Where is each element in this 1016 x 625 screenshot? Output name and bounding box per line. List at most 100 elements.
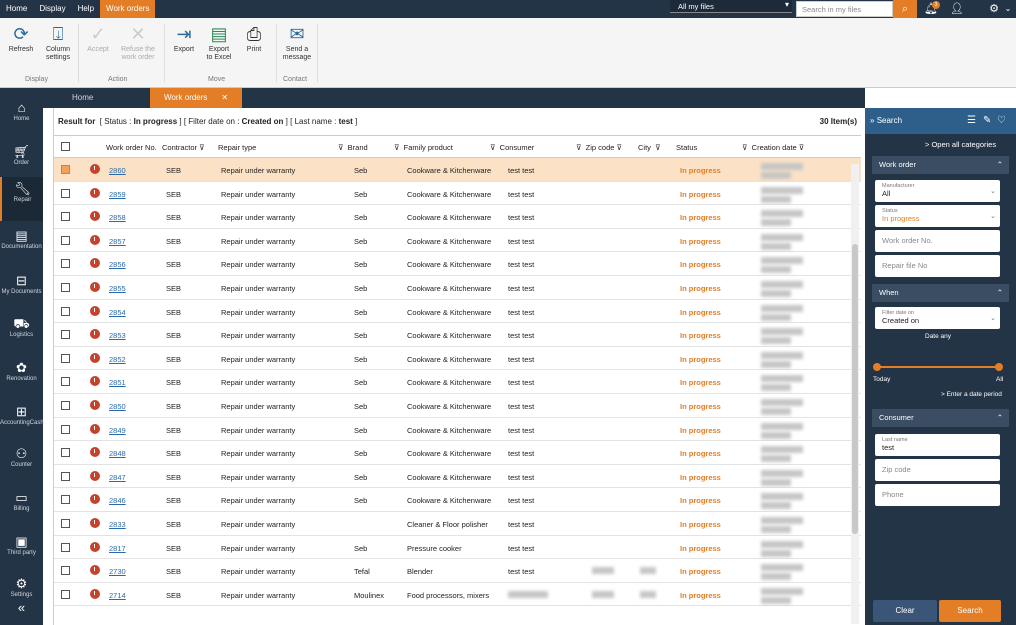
menu-help[interactable]: Help bbox=[72, 0, 100, 18]
col-zip-code[interactable]: ⊽ Zip code ⊽ bbox=[576, 143, 622, 152]
row-checkbox[interactable] bbox=[61, 566, 70, 576]
status-select[interactable]: Status In progress ⌄ bbox=[875, 205, 1000, 227]
table-row[interactable]: 2851 SEB Repair under warranty Seb Cookware … bbox=[54, 370, 861, 394]
work-order-no-input[interactable]: Work order No. bbox=[875, 230, 1000, 252]
refresh-button[interactable]: ⟳ Refresh bbox=[6, 22, 36, 54]
row-checkbox[interactable] bbox=[61, 400, 70, 410]
row-checkbox[interactable] bbox=[61, 495, 70, 505]
table-row[interactable]: 2833 SEB Repair under warranty Cleaner & Fl… bbox=[54, 512, 861, 536]
work-order-link[interactable]: 2854 bbox=[109, 308, 126, 317]
work-order-link[interactable]: 2859 bbox=[109, 190, 126, 199]
work-order-link[interactable]: 2855 bbox=[109, 284, 126, 293]
filter-icon[interactable]: ⊽ bbox=[394, 143, 400, 152]
work-order-link[interactable]: 2851 bbox=[109, 378, 126, 387]
column-settings-button[interactable]: ⍗ Column settings bbox=[42, 22, 74, 62]
row-checkbox[interactable] bbox=[61, 471, 70, 481]
filter-icon[interactable]: ⊽ bbox=[490, 143, 496, 152]
menu-home[interactable]: Home bbox=[0, 0, 33, 18]
zip-code-input[interactable]: Zip code bbox=[875, 459, 1000, 481]
search-submit-button[interactable]: Search bbox=[939, 600, 1001, 622]
table-row[interactable]: 2857 SEB Repair under warranty Seb Cookware … bbox=[54, 229, 861, 253]
table-row[interactable]: 2852 SEB Repair under warranty Seb Cookware … bbox=[54, 347, 861, 371]
work-order-link[interactable]: 2850 bbox=[109, 402, 126, 411]
row-checkbox[interactable] bbox=[61, 377, 70, 387]
select-all-checkbox[interactable] bbox=[61, 142, 70, 151]
row-checkbox[interactable] bbox=[61, 212, 70, 222]
expand-icon[interactable]: » bbox=[870, 116, 874, 125]
filter-icon[interactable]: ⊽ bbox=[742, 143, 748, 152]
table-row[interactable]: 2858 SEB Repair under warranty Seb Cookware … bbox=[54, 205, 861, 229]
menu-work-orders[interactable]: Work orders bbox=[100, 0, 156, 18]
print-button[interactable]: ⎙ Print bbox=[240, 22, 268, 54]
scrollbar-thumb[interactable] bbox=[852, 244, 858, 534]
sidebar-item-home[interactable]: ⌂ Home bbox=[0, 96, 43, 140]
heart-icon[interactable]: ♡ bbox=[997, 108, 1006, 134]
tab-home[interactable]: Home bbox=[58, 88, 107, 108]
export-button[interactable]: ⇥ Export bbox=[170, 22, 198, 54]
user-icon[interactable]: 👤︎ bbox=[947, 0, 967, 18]
row-checkbox[interactable] bbox=[61, 353, 70, 363]
col-creation-date[interactable]: ⊽ Creation date ⊽ bbox=[742, 143, 804, 152]
sliders-icon[interactable]: ☰ bbox=[967, 108, 976, 134]
gear-icon[interactable]: ⚙ bbox=[984, 0, 1004, 18]
work-order-link[interactable]: 2849 bbox=[109, 426, 126, 435]
chevron-down-icon[interactable]: ⌄ bbox=[1002, 0, 1014, 18]
filter-icon[interactable]: ⊽ bbox=[799, 143, 805, 152]
table-row[interactable]: 2714 SEB Repair under warranty Moulinex Food… bbox=[54, 583, 861, 607]
sidebar-item-accounting-cash[interactable]: ⊞ AccountingCash bbox=[0, 400, 44, 444]
pin-icon[interactable]: ✎ bbox=[983, 108, 991, 134]
work-order-link[interactable]: 2858 bbox=[109, 213, 126, 222]
col-consumer[interactable]: ⊽ Consumer bbox=[490, 143, 534, 152]
col-repair-type[interactable]: Repair type bbox=[218, 143, 256, 152]
row-checkbox[interactable] bbox=[61, 306, 70, 316]
slider-handle-end[interactable] bbox=[995, 363, 1003, 371]
open-all-categories-link[interactable]: > Open all categories bbox=[925, 140, 996, 149]
row-checkbox[interactable] bbox=[61, 188, 70, 198]
tab-work-orders[interactable]: Work orders ✕ bbox=[150, 88, 243, 108]
work-order-link[interactable]: 2833 bbox=[109, 520, 126, 529]
work-order-link[interactable]: 2817 bbox=[109, 544, 126, 553]
table-row[interactable]: 2847 SEB Repair under warranty Seb Cookware … bbox=[54, 465, 861, 489]
date-range-slider[interactable] bbox=[873, 363, 1003, 371]
close-icon[interactable]: ✕ bbox=[221, 93, 228, 102]
work-order-link[interactable]: 2714 bbox=[109, 591, 126, 600]
sidebar-item-repair[interactable]: 🔧︎ Repair bbox=[0, 177, 43, 221]
table-row[interactable]: 2850 SEB Repair under warranty Seb Cookware … bbox=[54, 394, 861, 418]
row-checkbox[interactable] bbox=[61, 330, 70, 340]
row-checkbox[interactable] bbox=[61, 259, 70, 269]
sidebar-item-logistics[interactable]: ⛟ Logistics bbox=[0, 312, 43, 356]
search-files-input[interactable]: Search in my files bbox=[796, 1, 893, 17]
table-row[interactable]: 2849 SEB Repair under warranty Seb Cookware … bbox=[54, 418, 861, 442]
menu-display[interactable]: Display bbox=[33, 0, 71, 18]
col-city[interactable]: City ⊽ bbox=[638, 143, 661, 152]
sidebar-item-third-party[interactable]: ▣ Third party bbox=[0, 530, 43, 574]
filter-icon[interactable]: ⊽ bbox=[199, 143, 205, 152]
section-work-order[interactable]: Work order ⌃ bbox=[872, 156, 1009, 174]
send-message-button[interactable]: ✉ Send a message bbox=[281, 22, 313, 62]
repair-file-no-input[interactable]: Repair file No bbox=[875, 255, 1000, 277]
table-row[interactable]: 2860 SEB Repair under warranty Seb Cookware … bbox=[54, 158, 861, 182]
work-order-link[interactable]: 2860 bbox=[109, 166, 126, 175]
col-family-product[interactable]: ⊽ Family product bbox=[394, 143, 453, 152]
row-checkbox[interactable] bbox=[61, 235, 70, 245]
filter-icon[interactable]: ⊽ bbox=[576, 143, 582, 152]
col-work-order[interactable]: Work order No. bbox=[106, 143, 157, 152]
table-row[interactable]: 2817 SEB Repair under warranty Seb Pressure … bbox=[54, 536, 861, 560]
filter-icon[interactable]: ⊽ bbox=[338, 143, 344, 152]
export-excel-button[interactable]: ▤ Export to Excel bbox=[203, 22, 235, 62]
last-name-input[interactable]: Last name test bbox=[875, 434, 1000, 456]
refuse-work-order-button[interactable]: ✕ Refuse the work order bbox=[118, 22, 158, 62]
row-checkbox[interactable] bbox=[61, 165, 70, 174]
table-row[interactable]: 2848 SEB Repair under warranty Seb Cookware … bbox=[54, 441, 861, 465]
work-order-link[interactable]: 2853 bbox=[109, 331, 126, 340]
work-order-link[interactable]: 2847 bbox=[109, 473, 126, 482]
table-row[interactable]: 2846 SEB Repair under warranty Seb Cookware … bbox=[54, 488, 861, 512]
slider-handle-start[interactable] bbox=[873, 363, 881, 371]
row-checkbox[interactable] bbox=[61, 282, 70, 292]
filter-icon[interactable]: ⊽ bbox=[617, 143, 623, 152]
accept-button[interactable]: ✓ Accept bbox=[84, 22, 112, 54]
files-filter-select[interactable]: All my files ▾ bbox=[670, 0, 792, 13]
filter-icon[interactable]: ⊽ bbox=[655, 143, 661, 152]
clear-button[interactable]: Clear bbox=[873, 600, 937, 622]
col-contractor[interactable]: Contractor ⊽ bbox=[162, 143, 205, 152]
